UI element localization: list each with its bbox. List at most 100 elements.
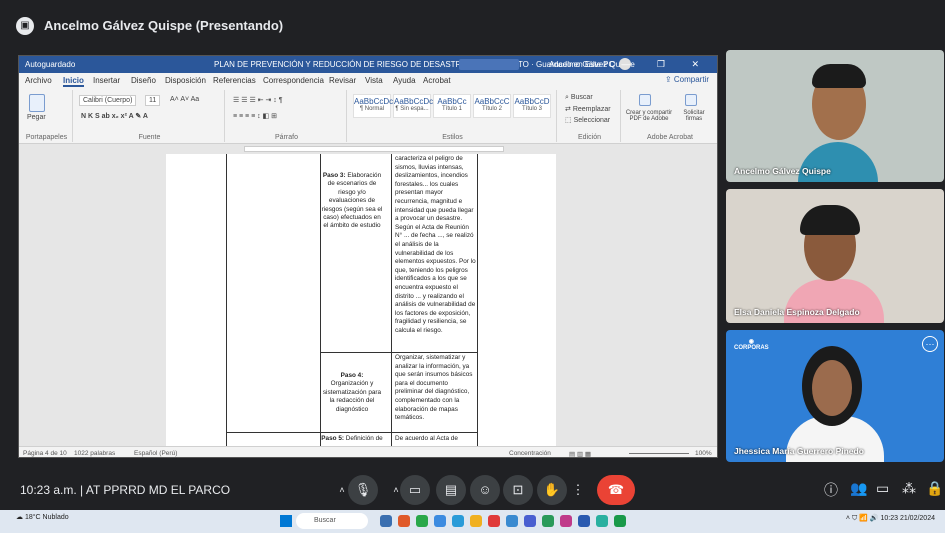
taskbar-search[interactable]: Buscar bbox=[296, 513, 368, 529]
replace-button[interactable]: ⇄ Reemplazar bbox=[565, 105, 611, 113]
tab-archivo[interactable]: Archivo bbox=[25, 76, 52, 85]
language[interactable]: Español (Perú) bbox=[134, 450, 177, 457]
activities-icon[interactable]: ⁂ bbox=[902, 480, 916, 497]
app-icon[interactable] bbox=[542, 515, 554, 527]
chrome-icon[interactable] bbox=[416, 515, 428, 527]
app-icon[interactable] bbox=[488, 515, 500, 527]
meeting-name: AT PPRRD MD EL PARCO bbox=[85, 483, 231, 497]
app-icon[interactable] bbox=[596, 515, 608, 527]
zoom-slider[interactable] bbox=[629, 453, 689, 454]
tab-insertar[interactable]: Insertar bbox=[93, 76, 120, 85]
style-no-spacing[interactable]: AaBbCcDc ¶ Sin espa... bbox=[393, 94, 433, 118]
align-icons[interactable]: ≡ ≡ ≡ ≡ ↕ ◧ ⊞ bbox=[233, 112, 277, 120]
system-tray[interactable]: ˄ ⛉ 📶 🔊 10:23 21/02/2024 bbox=[846, 514, 935, 523]
app-icon[interactable] bbox=[380, 515, 392, 527]
share-label: Compartir bbox=[673, 75, 709, 84]
microphone-icon[interactable]: 🎙 bbox=[348, 475, 378, 505]
more-options-icon[interactable]: ⋮ bbox=[570, 475, 586, 505]
meet-icon[interactable] bbox=[614, 515, 626, 527]
share-button[interactable]: ⇪ Compartir bbox=[665, 75, 709, 84]
view-icons[interactable]: ▤ ▥ ▦ bbox=[569, 450, 591, 457]
font-name-select[interactable]: Calibri (Cuerpo) bbox=[79, 95, 137, 106]
windows-start-icon[interactable] bbox=[280, 515, 292, 527]
weather-condition: Nublado bbox=[42, 514, 69, 521]
app-icon[interactable] bbox=[506, 515, 518, 527]
font-size-select[interactable]: 11 bbox=[145, 95, 161, 106]
app-icon[interactable] bbox=[398, 515, 410, 527]
style-normal[interactable]: AaBbCcDc ¶ Normal bbox=[353, 94, 393, 118]
lock-icon[interactable]: 🔒 bbox=[926, 480, 943, 497]
style-heading-2[interactable]: AaBbCcC Título 2 bbox=[473, 94, 511, 118]
paste-icon[interactable] bbox=[29, 94, 45, 112]
tab-referencias[interactable]: Referencias bbox=[213, 76, 256, 85]
select-button[interactable]: ⬚ Seleccionar bbox=[565, 116, 610, 124]
tab-vista[interactable]: Vista bbox=[365, 76, 383, 85]
style-preview: AaBbCc bbox=[437, 97, 467, 106]
style-heading-3[interactable]: AaBbCcD Título 3 bbox=[513, 94, 551, 118]
ruler[interactable] bbox=[19, 144, 717, 154]
style-preview: AaBbCcC bbox=[474, 97, 510, 106]
participant-tile-3[interactable]: ◉ CORPORAS ⋯ Jhessica María Guerrero Pine… bbox=[726, 330, 944, 462]
window-controls[interactable]: — ❐ ✕ bbox=[621, 59, 711, 70]
step3-title: Elaboración de escenarios de riesgo y/o … bbox=[321, 172, 383, 230]
style-heading-1[interactable]: AaBbCc Título 1 bbox=[433, 94, 471, 118]
create-pdf-label[interactable]: Crear y compartir PDF de Adobe bbox=[625, 110, 673, 122]
step3-text-cell: caracteriza el peligro de sismos, lluvia… bbox=[395, 155, 476, 334]
style-label: ¶ Normal bbox=[359, 106, 385, 112]
app-icon[interactable] bbox=[524, 515, 536, 527]
emoji-icon[interactable]: ☺ bbox=[470, 475, 500, 505]
step4-title: Organización y sistematización para la r… bbox=[322, 380, 382, 413]
leave-call-button[interactable]: ☎ bbox=[597, 475, 635, 505]
participant-tile-2[interactable]: Elsa Daniela Espinoza Delgado bbox=[726, 189, 944, 323]
app-icon[interactable] bbox=[560, 515, 572, 527]
weather-widget[interactable]: ☁ 18°C Nublado bbox=[16, 513, 69, 521]
tab-diseno[interactable]: Diseño bbox=[131, 76, 156, 85]
word-search-box[interactable] bbox=[459, 59, 519, 70]
styles-group: AaBbCcDc ¶ Normal AaBbCcDc ¶ Sin espa... A… bbox=[349, 90, 557, 142]
document-page[interactable]: Paso 3: Elaboración de escenarios de rie… bbox=[166, 154, 556, 446]
folder-icon[interactable] bbox=[470, 515, 482, 527]
tab-inicio[interactable]: Inicio bbox=[63, 76, 84, 87]
focus-mode[interactable]: Concentración bbox=[509, 450, 551, 457]
grow-shrink-font-icon[interactable]: A˄ A˅ Aa bbox=[170, 96, 199, 103]
chat-icon[interactable]: ▭ bbox=[876, 480, 889, 497]
word-status-bar: Página 4 de 10 1022 palabras Español (Pe… bbox=[19, 446, 717, 457]
request-signatures-icon[interactable] bbox=[685, 94, 697, 106]
replace-label: Reemplazar bbox=[572, 106, 611, 113]
raise-hand-icon[interactable]: ✋ bbox=[537, 475, 567, 505]
word-count[interactable]: 1022 palabras bbox=[74, 450, 115, 457]
meeting-info-icon[interactable]: ⓘ bbox=[824, 480, 838, 500]
zoom-level[interactable]: 100% bbox=[695, 450, 712, 457]
more-options-icon[interactable]: ⋯ bbox=[922, 336, 938, 352]
tab-acrobat[interactable]: Acrobat bbox=[423, 76, 451, 85]
step4-text-cell: Organizar, sistematizar y analizar la in… bbox=[395, 354, 473, 422]
company-logo: ◉ CORPORAS bbox=[734, 339, 769, 351]
word-icon[interactable] bbox=[578, 515, 590, 527]
present-icon[interactable]: ⊡ bbox=[503, 475, 533, 505]
bold-italic-underline-icons[interactable]: N K S ab x₂ x² A ✎ A bbox=[81, 112, 148, 120]
create-pdf-icon[interactable] bbox=[639, 94, 651, 106]
ribbon-tabs: Archivo Inicio Insertar Diseño Disposici… bbox=[19, 73, 717, 88]
camera-icon[interactable]: ▭ bbox=[400, 475, 430, 505]
paragraph-group-label: Párrafo bbox=[275, 134, 298, 141]
request-signatures-label[interactable]: Solicitar firmas bbox=[675, 110, 713, 122]
autosave-label[interactable]: Autoguardado bbox=[25, 60, 75, 69]
font-group: Calibri (Cuerpo) 11 A˄ A˅ Aa N K S ab x₂… bbox=[75, 90, 225, 142]
tab-correspondencia[interactable]: Correspondencia bbox=[263, 76, 324, 85]
find-button[interactable]: ⌕ Buscar bbox=[565, 94, 593, 102]
windows-taskbar: ☁ 18°C Nublado Buscar ˄ ⛉ 📶 🔊 10:23 21/0… bbox=[0, 510, 945, 533]
participant-name: Elsa Daniela Espinoza Delgado bbox=[734, 307, 860, 317]
page-count[interactable]: Página 4 de 10 bbox=[23, 450, 67, 457]
style-label: Título 1 bbox=[441, 106, 462, 112]
captions-icon[interactable]: ▤ bbox=[436, 475, 466, 505]
participant-tile-1[interactable]: Ancelmo Gálvez Quispe bbox=[726, 50, 944, 182]
tab-ayuda[interactable]: Ayuda bbox=[393, 76, 416, 85]
people-icon[interactable]: 👥 bbox=[850, 480, 867, 497]
list-icons[interactable]: ☰ ☰ ☰ ⇤ ⇥ ↕ ¶ bbox=[233, 96, 283, 104]
tab-disposicion[interactable]: Disposición bbox=[165, 76, 206, 85]
app-icon[interactable] bbox=[452, 515, 464, 527]
tab-revisar[interactable]: Revisar bbox=[329, 76, 356, 85]
edge-icon[interactable] bbox=[434, 515, 446, 527]
participant-name: Jhessica María Guerrero Pinedo bbox=[734, 446, 864, 456]
document-area[interactable]: Paso 3: Elaboración de escenarios de rie… bbox=[19, 154, 717, 446]
